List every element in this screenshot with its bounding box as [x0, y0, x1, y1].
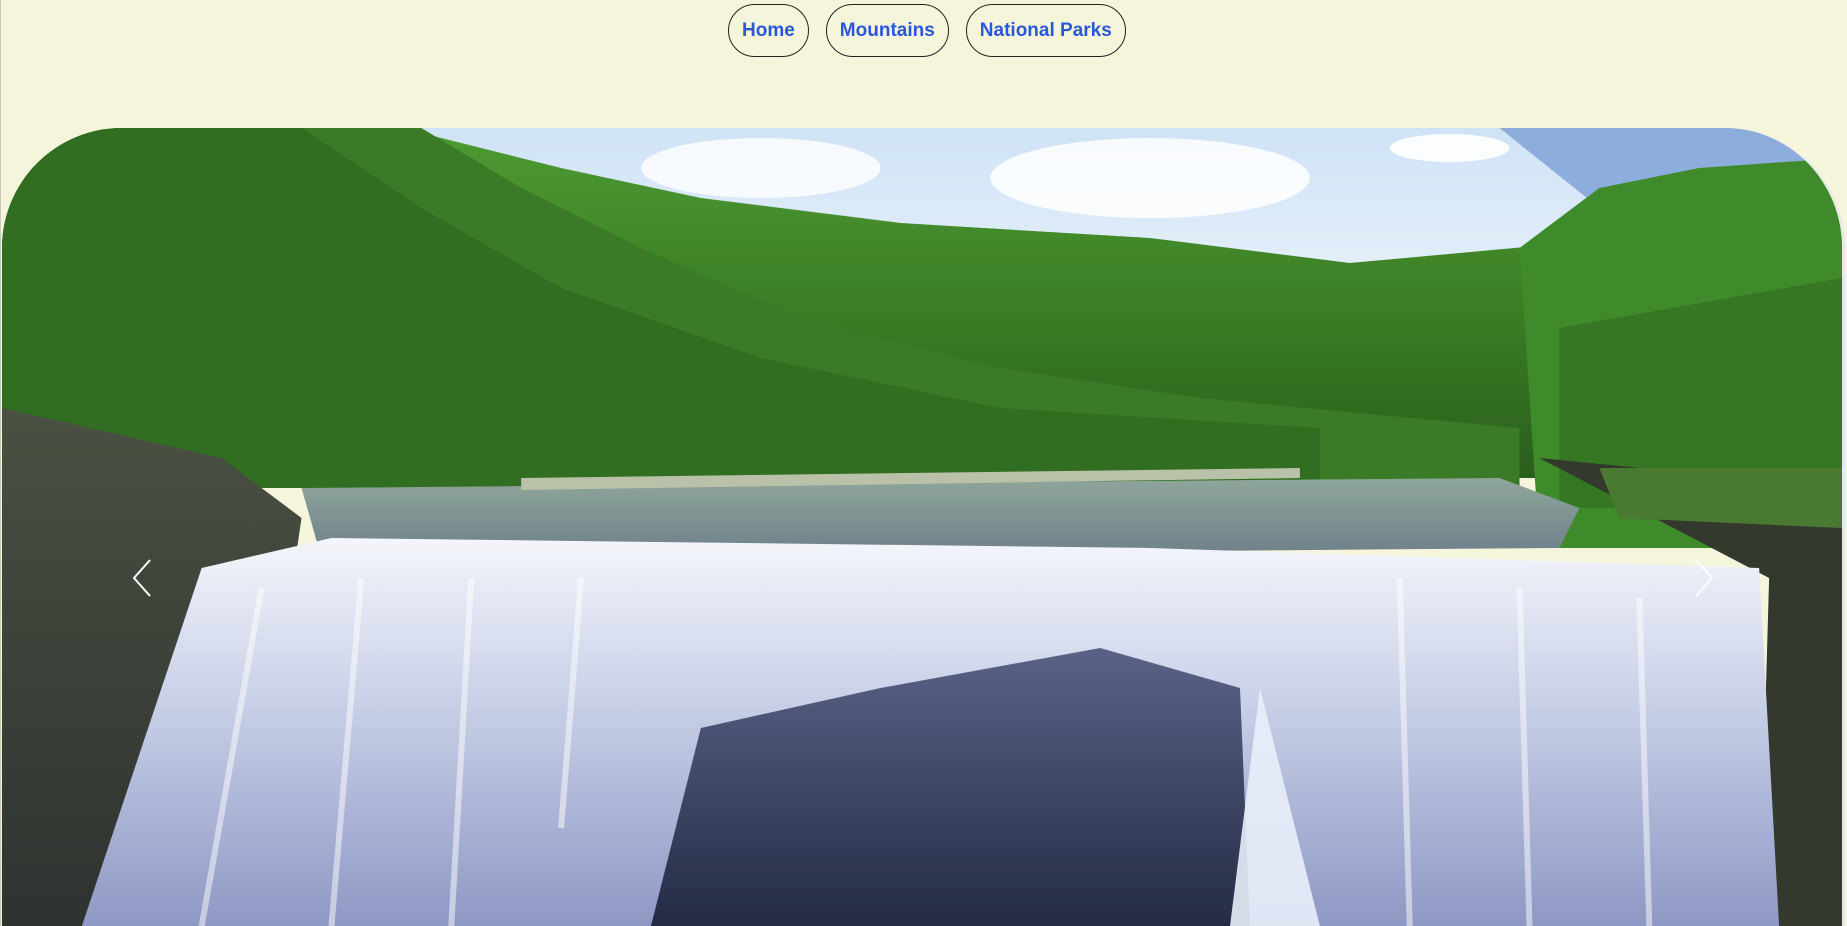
chevron-left-icon [132, 559, 151, 597]
carousel-prev-button[interactable] [120, 548, 164, 608]
carousel-next-button[interactable] [1682, 548, 1726, 608]
chevron-right-icon [1695, 559, 1714, 597]
page: Home Mountains National Parks [0, 0, 1847, 926]
nav-national-parks-button[interactable]: National Parks [965, 4, 1126, 57]
waterfall-image [2, 128, 1842, 926]
nav-mountains-button[interactable]: Mountains [825, 4, 949, 57]
top-nav: Home Mountains National Parks [728, 4, 1126, 57]
image-carousel [2, 128, 1845, 926]
nav-home-button[interactable]: Home [728, 4, 809, 57]
